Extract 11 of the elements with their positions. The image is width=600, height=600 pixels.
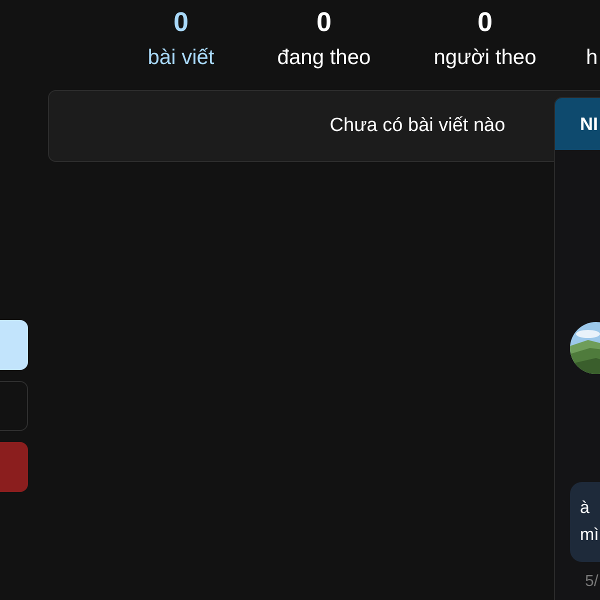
stat-tab[interactable]: 0 người theo <box>406 0 564 90</box>
side-button[interactable] <box>0 320 28 370</box>
stat-tab[interactable]: 0 bài viết <box>120 0 242 90</box>
stat-tab[interactable]: h <box>564 0 600 90</box>
empty-message: Chưa có bài viết nào <box>330 114 506 138</box>
message-bubble: à mì <box>570 482 600 562</box>
side-button[interactable] <box>0 442 28 492</box>
stat-tab[interactable]: 0 đang theo <box>242 0 406 90</box>
message-time: 5/ <box>585 572 600 592</box>
side-button[interactable] <box>0 381 28 431</box>
chat-title: NI <box>580 112 598 136</box>
